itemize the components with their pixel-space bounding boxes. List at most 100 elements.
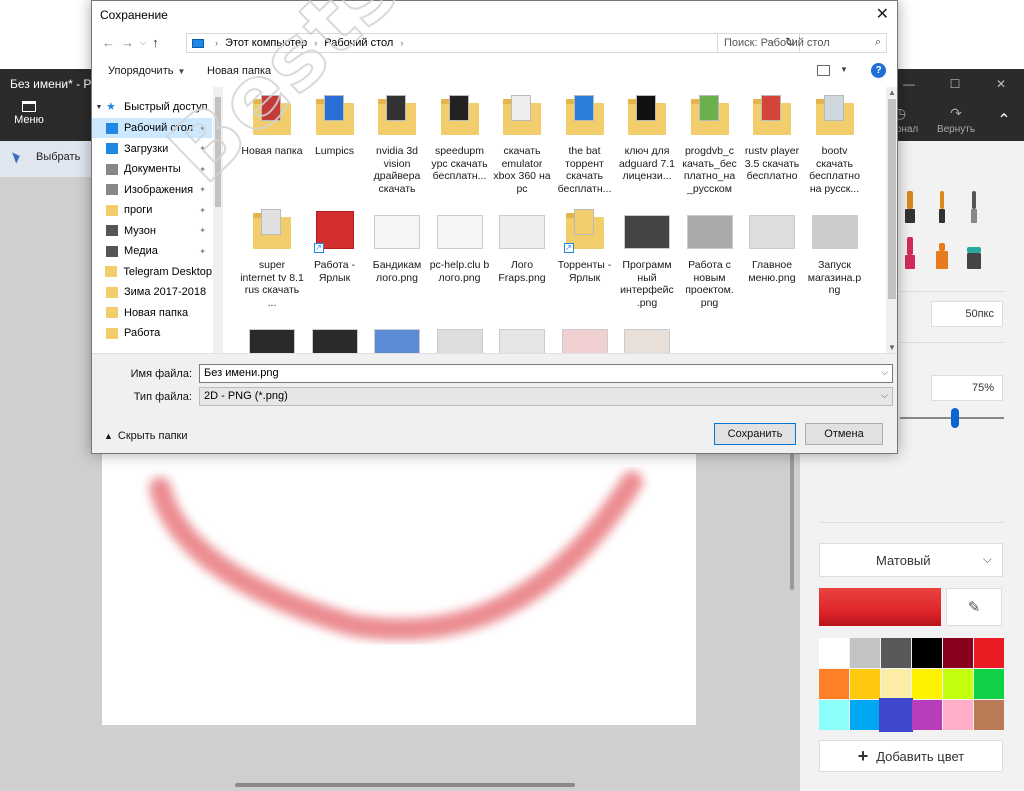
color-swatch[interactable] [943,638,973,668]
color-swatch[interactable] [974,700,1004,730]
hide-folders-toggle[interactable]: ▲ Скрыть папки [104,430,188,442]
filetype-select[interactable]: 2D - PNG (*.png) ⌵ [199,387,893,406]
color-swatch[interactable] [974,669,1004,699]
current-color-swatch[interactable] [819,588,941,626]
image-file-item[interactable] [428,321,492,353]
color-swatch[interactable] [819,700,849,730]
nav-item[interactable]: Изображения ✦ [92,180,212,200]
nav-item[interactable]: Документы ✦ [92,159,212,179]
nav-item[interactable]: Медиа ✦ [92,241,212,261]
up-arrow-icon[interactable]: ↑ [152,35,159,50]
breadcrumb-chevron-icon[interactable]: › [400,38,403,48]
horizontal-scrollbar[interactable] [235,783,575,787]
color-swatch[interactable] [881,638,911,668]
spray-can-icon[interactable] [932,237,952,269]
scroll-down-icon[interactable]: ▼ [888,343,896,352]
image-file-item[interactable] [365,321,429,353]
opacity-field[interactable]: 75% [931,375,1003,401]
recent-dropdown-icon[interactable]: ⌵ [140,38,146,48]
search-input[interactable]: Поиск: Рабочий стол ⌕ [717,33,887,53]
maximize-icon[interactable]: ☐ [932,69,978,99]
filename-field[interactable]: Без имени.png ⌵ [199,364,893,383]
color-swatch[interactable] [912,638,942,668]
nav-scrollbar[interactable] [213,87,223,353]
image-file-item[interactable]: Главное меню.png [740,207,804,284]
opacity-slider-knob[interactable] [951,408,959,428]
color-swatch[interactable] [850,700,880,730]
scroll-up-icon[interactable]: ▲ [888,88,896,97]
close-icon[interactable]: ✕ [876,4,889,24]
nav-item[interactable]: проги ✦ [92,200,212,220]
view-dropdown-icon[interactable]: ▼ [840,65,848,74]
color-swatch[interactable] [819,669,849,699]
fill-bucket-icon[interactable] [964,237,984,269]
color-swatch[interactable] [850,638,880,668]
close-window-icon[interactable]: ✕ [978,69,1024,99]
image-file-item[interactable] [240,321,304,353]
organize-button[interactable]: Упорядочить ▼ [108,65,185,77]
folder-item[interactable]: Новая папка [240,93,304,158]
cancel-button[interactable]: Отмена [805,423,883,445]
folder-item[interactable]: Lumpics [303,93,367,158]
image-file-item[interactable]: Запуск магазина.p ng [803,207,867,297]
breadcrumb-chevron-icon[interactable]: › [314,38,317,48]
folder-item[interactable]: speedupm ypc скачать бесплатн... [428,93,492,183]
color-swatch[interactable] [943,700,973,730]
image-file-item[interactable] [490,321,554,353]
files-scrollbar[interactable]: ▲ ▼ [886,87,897,353]
back-arrow-icon[interactable]: ← [102,35,115,50]
nav-item[interactable]: Рабочий стол ✦ [92,118,212,138]
color-swatch[interactable] [850,669,880,699]
finish-select[interactable]: Матовый ⌵ [819,543,1003,577]
pen-icon[interactable] [964,191,984,223]
shortcut-item[interactable]: ↗ Торренты - Ярлык [553,207,617,284]
new-folder-button[interactable]: Новая папка [207,65,271,77]
folder-item[interactable]: progdvb_с качать_бес платно_на _русском [678,93,742,195]
paintbrush-icon[interactable] [932,191,952,223]
breadcrumb-desktop[interactable]: Рабочий стол [324,37,393,49]
folder-item[interactable]: ключ для adguard 7.1 лицензи... [615,93,679,183]
collapse-chevron-icon[interactable]: ⌃ [984,110,1024,130]
folder-item[interactable]: rustv player 3.5 скачать бесплатно [740,93,804,183]
breadcrumb-chevron-icon[interactable]: › [215,38,218,48]
add-color-button[interactable]: + Добавить цвет [819,740,1003,772]
color-swatch[interactable] [881,669,911,699]
marker-icon[interactable] [900,191,920,223]
select-button[interactable]: Выбрать [14,151,80,163]
redo-button[interactable]: ↷ Вернуть [928,105,984,135]
folder-item[interactable]: the bat торрент скачать бесплатн... [553,93,617,195]
nav-item[interactable]: Новая папка [92,303,212,323]
color-swatch[interactable] [974,638,1004,668]
color-swatch[interactable] [912,669,942,699]
address-bar[interactable]: › Этот компьютер › Рабочий стол › ⌵ ↻ [186,33,800,53]
image-file-item[interactable] [553,321,617,353]
color-swatch[interactable] [819,638,849,668]
color-swatch[interactable] [912,700,942,730]
image-file-item[interactable]: Лого Fraps.png [490,207,554,284]
nav-item[interactable]: Музон ✦ [92,221,212,241]
folder-item[interactable]: скачать emulator xbox 360 на pc [490,93,554,195]
image-file-item[interactable] [615,321,679,353]
expand-icon[interactable]: ▼ [92,104,106,111]
image-file-item[interactable]: pc-help.clu b лого.png [428,207,492,284]
breadcrumb-this-pc[interactable]: Этот компьютер [225,37,307,49]
thickness-field[interactable]: 50пкс [931,301,1003,327]
nav-item[interactable]: Зима 2017-2018 [92,282,212,302]
nav-item[interactable]: Telegram Desktop [92,262,212,282]
save-button[interactable]: Сохранить [714,423,796,445]
folder-item[interactable]: nvidia 3d vision драйвера скачать [365,93,429,195]
image-file-item[interactable] [303,321,367,353]
help-icon[interactable]: ? [871,63,886,78]
folder-item[interactable]: bootv скачать бесплатно на русск... [803,93,867,195]
folder-item[interactable]: super internet tv 8.1 rus скачать ... [240,207,304,309]
color-swatch[interactable] [879,698,913,732]
nav-item[interactable]: Загрузки ✦ [92,139,212,159]
shortcut-item[interactable]: ↗ Работа - Ярлык [303,207,367,284]
color-swatch[interactable] [943,669,973,699]
forward-arrow-icon[interactable]: → [121,35,134,50]
nav-item[interactable]: ▼ ★ Быстрый доступ [92,97,212,117]
crayon-icon[interactable] [900,237,920,269]
chevron-down-icon[interactable]: ⌵ [881,367,888,378]
image-file-item[interactable]: Программ ный интерфейс .png [615,207,679,309]
image-file-item[interactable]: Бандикам лого.png [365,207,429,284]
